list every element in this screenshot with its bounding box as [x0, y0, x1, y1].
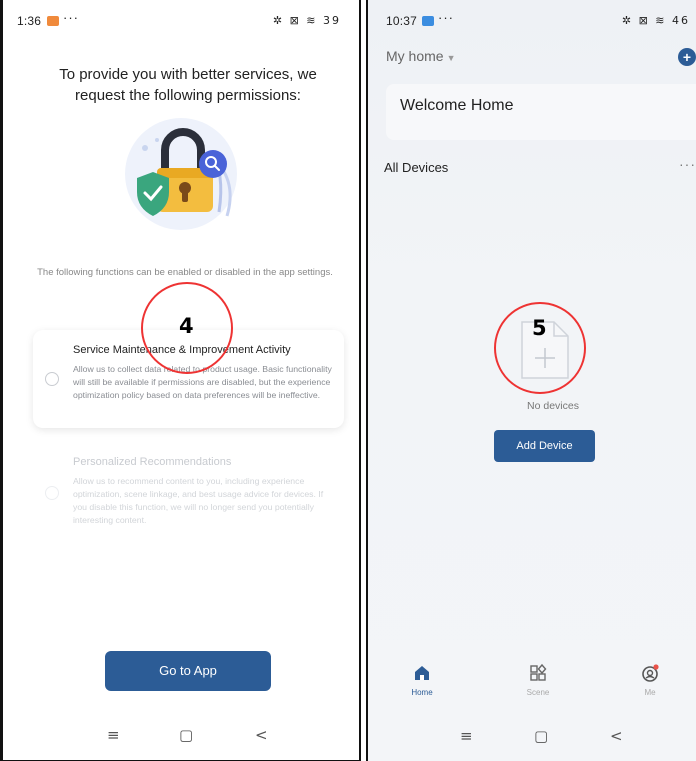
- system-icons: ✲ ⊠ ≋ 39: [272, 14, 341, 27]
- me-icon: [642, 664, 659, 682]
- permission-radio[interactable]: [45, 372, 59, 386]
- tab-label: Me: [644, 688, 656, 697]
- permission-title: Personalized Recommendations: [73, 456, 232, 468]
- back-icon[interactable]: <: [255, 726, 268, 744]
- tab-home[interactable]: Home: [392, 662, 452, 697]
- home-nav-icon[interactable]: ▢: [179, 726, 193, 744]
- status-time: 1:36: [17, 14, 42, 28]
- status-more-dots: ···: [63, 10, 79, 25]
- chevron-down-icon: ▼: [446, 53, 456, 63]
- tab-me[interactable]: Me: [620, 662, 680, 697]
- welcome-title: Welcome Home: [400, 97, 514, 114]
- permissions-title: To provide you with better services, we …: [59, 66, 317, 104]
- annotation-number: 5: [532, 316, 547, 340]
- status-more-dots: ···: [438, 10, 454, 25]
- more-options-icon[interactable]: ···: [679, 156, 696, 172]
- status-bar: 10:37 ··· ✲ ⊠ ≋ 46: [368, 0, 696, 36]
- go-to-app-button[interactable]: Go to App: [105, 651, 271, 691]
- system-nav-bar: ≡ ▢ <: [368, 713, 696, 761]
- app-notification-icon: [47, 16, 59, 26]
- lock-illustration-icon: [115, 112, 247, 236]
- menu-icon[interactable]: ≡: [460, 727, 473, 745]
- system-nav-bar: ≡ ▢ <: [3, 712, 359, 760]
- home-selector[interactable]: My home ▼: [386, 48, 456, 64]
- menu-icon[interactable]: ≡: [107, 726, 120, 744]
- annotation-number: 4: [179, 314, 194, 338]
- scene-icon: [530, 663, 547, 681]
- settings-hint: The following functions can be enabled o…: [37, 267, 333, 278]
- add-device-button[interactable]: Add Device: [494, 430, 595, 462]
- all-devices-title: All Devices: [384, 160, 449, 175]
- permission-description: Allow us to recommend content to you, in…: [73, 476, 324, 525]
- add-icon[interactable]: +: [678, 48, 696, 66]
- tab-label: Home: [411, 688, 433, 697]
- system-icons: ✲ ⊠ ≋ 46: [621, 14, 690, 27]
- home-screen: 10:37 ··· ✲ ⊠ ≋ 46 My home ▼ + Welcome Ho…: [366, 0, 696, 761]
- home-icon: [415, 666, 429, 680]
- welcome-card: Welcome Home: [386, 84, 696, 140]
- home-nav-icon[interactable]: ▢: [534, 727, 548, 745]
- status-time: 10:37: [386, 14, 418, 28]
- permission-card-personalized-recommendations[interactable]: Personalized Recommendations Allow us to…: [33, 444, 344, 536]
- app-notification-icon: [422, 16, 434, 26]
- back-icon[interactable]: <: [610, 727, 623, 745]
- status-bar: 1:36 ··· ✲ ⊠ ≋ 39: [3, 0, 359, 36]
- permission-radio[interactable]: [45, 486, 59, 500]
- tab-scene[interactable]: Scene: [508, 662, 568, 697]
- no-devices-text: No devices: [527, 400, 579, 412]
- home-name: My home: [386, 48, 444, 64]
- bottom-tab-bar: Home Scene Me: [368, 654, 696, 714]
- tab-label: Scene: [526, 688, 550, 697]
- permissions-screen: 1:36 ··· ✲ ⊠ ≋ 39 To provide you with be…: [0, 0, 361, 761]
